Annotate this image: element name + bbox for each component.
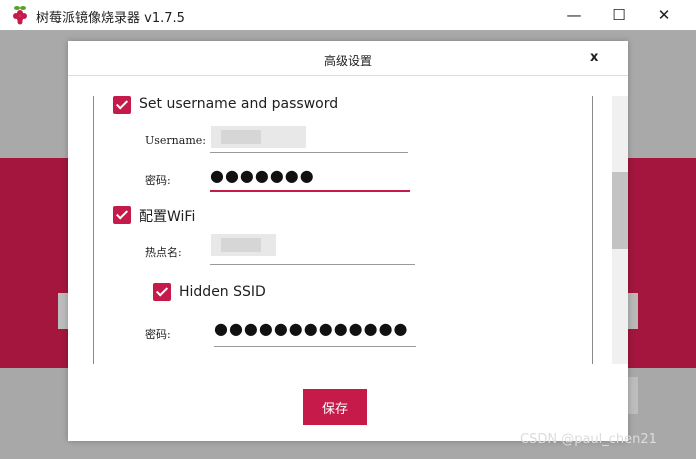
main-window: 树莓派镜像烧录器 v1.7.5 — ☐ ✕ 高级设置 x Set usernam… — [0, 0, 696, 459]
dialog-title: 高级设置 — [323, 54, 372, 68]
configure-wifi-checkbox[interactable] — [113, 206, 131, 224]
username-label: Username: — [145, 134, 206, 147]
set-username-checkbox[interactable] — [113, 96, 131, 114]
maximize-button[interactable]: ☐ — [596, 0, 642, 30]
username-value-redacted-inner — [221, 130, 261, 144]
minimize-icon: — — [566, 6, 582, 24]
dialog-header: 高级设置 x — [68, 41, 628, 76]
close-icon: ✕ — [657, 6, 671, 24]
wifi-password-underline — [214, 346, 416, 347]
hidden-ssid-checkbox[interactable] — [153, 283, 171, 301]
password-field[interactable]: ●●●●●●● — [210, 166, 410, 185]
save-button[interactable]: 保存 — [303, 389, 367, 425]
wifi-password-field[interactable]: ●●●●●●●●●●●●● — [214, 319, 416, 338]
configure-wifi-label: 配置WiFi — [139, 209, 196, 225]
scrollbar-thumb[interactable] — [612, 172, 628, 249]
close-window-button[interactable]: ✕ — [641, 0, 687, 30]
ssid-label: 热点名: — [145, 246, 182, 259]
wifi-password-label: 密码: — [145, 328, 171, 341]
ssid-value-redacted-inner — [221, 238, 261, 252]
username-field[interactable] — [210, 152, 408, 153]
dialog-close-button[interactable]: x — [590, 50, 598, 65]
title-bar: 树莓派镜像烧录器 v1.7.5 — ☐ ✕ — [0, 0, 696, 30]
minimize-button[interactable]: — — [551, 0, 597, 30]
settings-scroll-area[interactable]: Set username and password Username: 密码: … — [93, 96, 593, 364]
window-title: 树莓派镜像烧录器 v1.7.5 — [36, 11, 185, 26]
advanced-settings-dialog: 高级设置 x Set username and password Usernam… — [68, 41, 628, 441]
password-field-underline — [210, 190, 410, 192]
hidden-ssid-label: Hidden SSID — [179, 284, 266, 300]
raspberry-icon — [13, 6, 27, 25]
ssid-field[interactable] — [210, 264, 415, 265]
password-label: 密码: — [145, 174, 171, 187]
set-username-label: Set username and password — [139, 96, 339, 112]
background-button-right-lower — [628, 377, 638, 414]
watermark-text: CSDN @paul_chen21 — [520, 432, 657, 447]
settings-scrollbar[interactable] — [612, 96, 628, 364]
background-button-right — [628, 293, 638, 329]
maximize-icon: ☐ — [612, 6, 626, 24]
